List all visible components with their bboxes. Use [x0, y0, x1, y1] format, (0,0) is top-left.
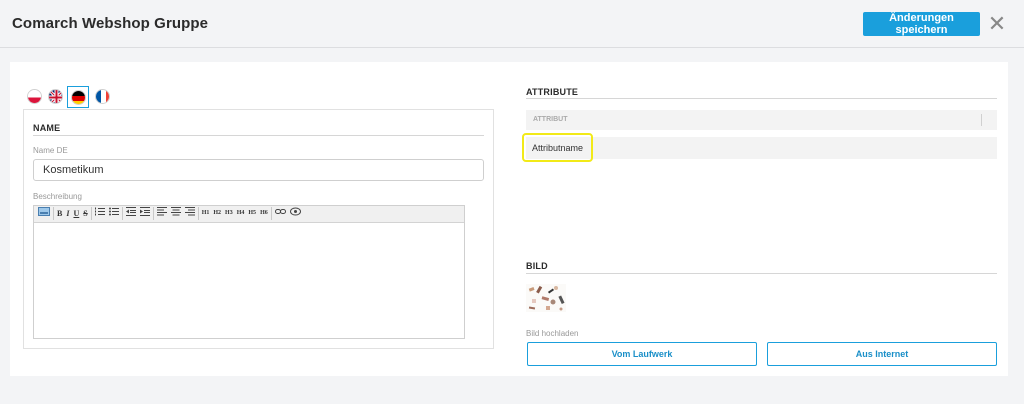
attribute-heading: ATTRIBUTE — [526, 87, 579, 97]
heading-5-button[interactable]: H5 — [246, 207, 258, 220]
unlink-icon[interactable] — [288, 207, 303, 220]
flag-germany-icon[interactable] — [71, 90, 86, 105]
align-left-icon[interactable] — [155, 207, 169, 220]
ordered-list-icon[interactable] — [93, 207, 107, 220]
flag-france-icon[interactable] — [95, 89, 110, 104]
description-label: Beschreibung — [33, 192, 82, 201]
heading-1-button[interactable]: H1 — [200, 207, 212, 220]
editor-toolbar: B I U S H1 H2 H3 H4 H5 H6 — [34, 206, 464, 223]
outdent-icon[interactable] — [124, 207, 138, 220]
heading-2-button[interactable]: H2 — [211, 207, 223, 220]
close-icon[interactable]: ✕ — [986, 11, 1008, 37]
attribute-table-row[interactable]: Attributname — [526, 137, 997, 159]
link-icon[interactable] — [273, 207, 288, 220]
heading-4-button[interactable]: H4 — [235, 207, 247, 220]
active-language-tab[interactable] — [67, 86, 89, 108]
strikethrough-button[interactable]: S — [81, 207, 89, 220]
attribute-column-header: ATTRIBUT — [533, 116, 568, 123]
product-image-thumbnail[interactable] — [526, 284, 566, 312]
source-icon[interactable] — [36, 207, 52, 220]
heading-3-button[interactable]: H3 — [223, 207, 235, 220]
align-right-icon[interactable] — [183, 207, 197, 220]
toolbar-separator — [197, 207, 199, 220]
bold-button[interactable]: B — [55, 207, 64, 220]
heading-6-button[interactable]: H6 — [258, 207, 270, 220]
toolbar-separator — [270, 207, 272, 220]
name-heading: NAME — [33, 123, 61, 133]
name-input[interactable] — [33, 159, 484, 181]
description-editor[interactable]: B I U S H1 H2 H3 H4 H5 H6 — [33, 205, 465, 339]
flag-uk-icon[interactable] — [48, 89, 63, 104]
divider — [526, 273, 997, 274]
divider — [526, 98, 997, 99]
align-center-icon[interactable] — [169, 207, 183, 220]
upload-from-internet-button[interactable]: Aus Internet — [767, 342, 997, 366]
column-divider — [981, 114, 982, 126]
upload-from-drive-button[interactable]: Vom Laufwerk — [527, 342, 757, 366]
toolbar-separator — [152, 207, 154, 220]
toolbar-separator — [121, 207, 123, 220]
upload-label: Bild hochladen — [526, 329, 579, 338]
underline-button[interactable]: U — [71, 207, 81, 220]
image-heading: BILD — [526, 261, 548, 271]
italic-button[interactable]: I — [64, 207, 71, 220]
flag-poland-icon[interactable] — [27, 89, 42, 104]
page-title: Comarch Webshop Gruppe — [12, 15, 209, 32]
highlight-box — [522, 133, 593, 162]
divider — [33, 135, 484, 136]
modal-header: Comarch Webshop Gruppe Änderungen speich… — [0, 0, 1024, 48]
attribute-table-header: ATTRIBUT — [526, 110, 997, 130]
unordered-list-icon[interactable] — [107, 207, 121, 220]
name-field-label: Name DE — [33, 146, 68, 155]
indent-icon[interactable] — [138, 207, 152, 220]
toolbar-separator — [53, 207, 54, 220]
save-changes-button[interactable]: Änderungen speichern — [863, 12, 980, 36]
toolbar-separator — [90, 207, 92, 220]
